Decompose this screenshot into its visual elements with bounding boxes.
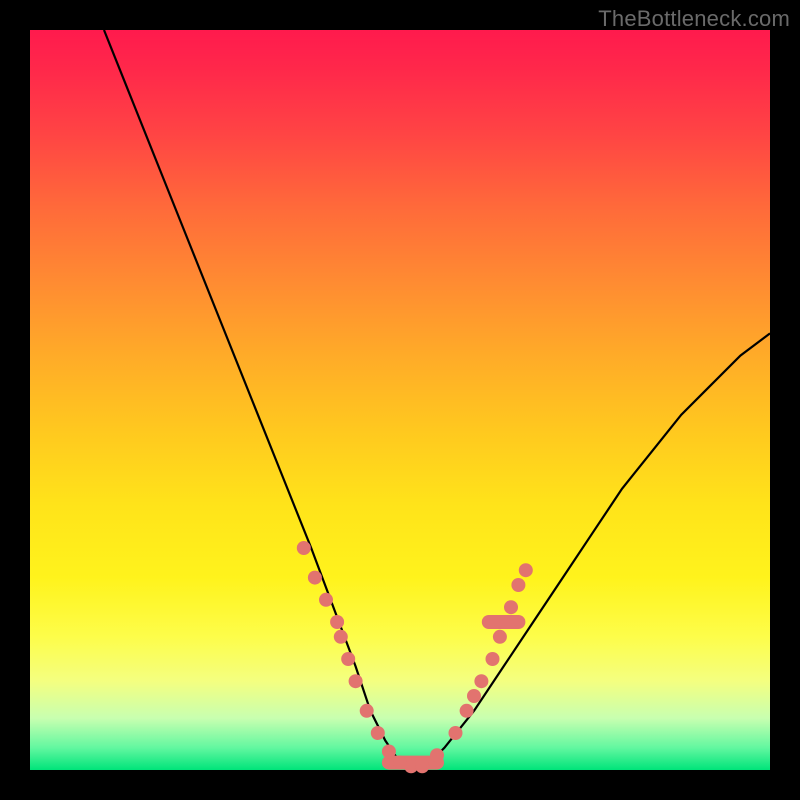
marker-dot (460, 704, 474, 718)
curve-layer (104, 30, 770, 770)
marker-dot (334, 630, 348, 644)
watermark-text: TheBottleneck.com (598, 6, 790, 32)
marker-dot (319, 593, 333, 607)
marker-dot (486, 652, 500, 666)
marker-dot (467, 689, 481, 703)
marker-dot (415, 759, 429, 773)
marker-dot (349, 674, 363, 688)
marker-dot (449, 726, 463, 740)
marker-dot (493, 630, 507, 644)
outer-frame: TheBottleneck.com (0, 0, 800, 800)
marker-dot (474, 674, 488, 688)
marker-dot (519, 563, 533, 577)
chart-svg (30, 30, 770, 770)
marker-dot (382, 745, 396, 759)
marker-layer (297, 541, 533, 773)
marker-dot (360, 704, 374, 718)
bottleneck-curve (104, 30, 770, 770)
marker-dot (308, 571, 322, 585)
marker-dot (371, 726, 385, 740)
marker-dot (330, 615, 344, 629)
plot-area (30, 30, 770, 770)
marker-dot (297, 541, 311, 555)
marker-dot (504, 600, 518, 614)
marker-dot (430, 748, 444, 762)
marker-dot (341, 652, 355, 666)
marker-dot (511, 578, 525, 592)
